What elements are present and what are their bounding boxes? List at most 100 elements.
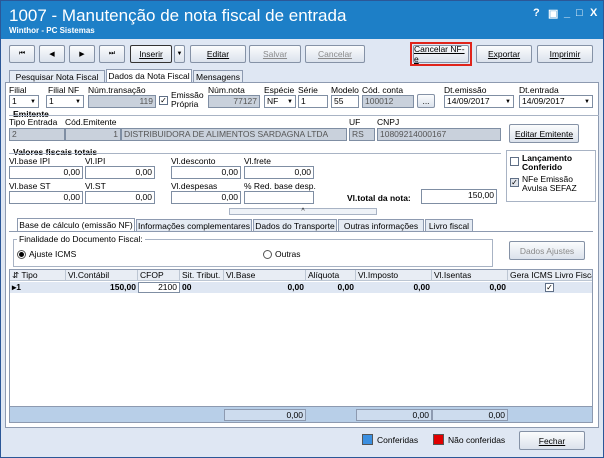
especie-select[interactable]: NF [264,95,296,108]
tab-dados-nota[interactable]: Dados da Nota Fiscal [106,69,192,83]
insert-dropdown-icon[interactable]: ▼ [174,45,185,63]
print-button[interactable]: Imprimir [537,45,593,63]
table-row[interactable]: ▸1 150,00 2100 00 0,00 0,00 0,00 0,00 ✓ [10,282,592,293]
help-icon[interactable]: ? [533,7,540,19]
row-tipo-value: 1 [16,282,22,292]
nfe-avulsa-label: NFe Emissão Avulsa SEFAZ [522,174,577,193]
valores-divider [9,153,501,154]
row-contabil: 150,00 [110,282,136,292]
num-transacao-label: Núm.transação [88,85,146,95]
restore-icon[interactable]: ▣ [548,7,558,20]
maximize-icon[interactable]: □ [576,7,583,19]
total-base: 0,00 [224,409,306,421]
ipi-field[interactable]: 0,00 [85,166,155,179]
edit-button[interactable]: Editar [190,45,246,63]
cancel-button[interactable]: Cancelar [305,45,365,63]
red-base-label: % Red. base desp. [244,181,316,191]
base-ipi-label: Vl.base IPI [9,156,51,166]
row-cfop-input[interactable]: 2100 [138,282,180,293]
main-window: 1007 - Manutenção de nota fiscal de entr… [0,0,604,458]
ajuste-icms-radio[interactable] [17,250,26,259]
desconto-label: Vl.desconto [171,156,216,166]
serie-field[interactable]: 1 [298,95,328,108]
uf-label: UF [349,117,361,127]
desconto-field[interactable]: 0,00 [171,166,241,179]
total-field[interactable]: 150,00 [421,189,497,204]
cancel-nfe-button[interactable]: Cancelar NF-e [413,44,469,64]
col-sit-tribut[interactable]: Sit. Tribut. [180,270,224,281]
close-icon[interactable]: X [590,7,597,19]
legend-conferidas-swatch [362,434,373,445]
st-field[interactable]: 0,00 [85,191,155,204]
col-tipo[interactable]: ⇵ Tipo [10,270,66,281]
uf-field: RS [349,128,375,141]
ipi-label: Vl.IPI [85,156,106,166]
dados-ajustes-button[interactable]: Dados Ajustes [509,241,585,260]
col-base[interactable]: Vl.Base [224,270,306,281]
col-contabil[interactable]: Vl.Contábil [66,270,138,281]
minimize-icon[interactable]: _ [564,7,570,19]
grid-header: ⇵ Tipo Vl.Contábil CFOP Sit. Tribut. Vl.… [10,270,592,281]
tipo-entrada-label: Tipo Entrada [9,117,58,127]
ajuste-icms-label: Ajuste ICMS [29,249,77,259]
cnpj-label: CNPJ [377,117,400,127]
next-record-button[interactable]: ▶ [69,45,95,63]
col-aliquota[interactable]: Alíquota [306,270,356,281]
row-isentas: 0,00 [489,282,506,292]
filial-nf-label: Filial NF [48,85,80,95]
lancamento-label: Lançamento Conferido [522,153,573,172]
col-gera-icms[interactable]: Gera ICMS Livro Fiscal [508,270,592,281]
export-button[interactable]: Exportar [476,45,532,63]
filial-nf-select[interactable]: 1 [46,95,84,108]
total-label: Vl.total da nota: [347,193,411,203]
modelo-field[interactable]: 55 [331,95,359,108]
sub-tab-divider [9,231,593,232]
emissao-propria-label: Emissão Própria [171,90,204,109]
total-imposto: 0,00 [356,409,432,421]
dt-entrada-field[interactable]: 14/09/2017 [519,95,593,108]
legend-nao-conferidas-label: Não conferidas [448,435,506,445]
save-button[interactable]: Salvar [249,45,301,63]
legend-conferidas-label: Conferidas [377,435,419,445]
dt-entrada-label: Dt.entrada [519,85,559,95]
col-imposto[interactable]: Vl.Imposto [356,270,432,281]
cod-conta-search-button[interactable]: ... [417,94,435,108]
num-nota-field: 77127 [208,95,260,108]
prev-record-button[interactable]: ◀ [39,45,65,63]
title-bar: 1007 - Manutenção de nota fiscal de entr… [1,1,603,39]
emissao-propria-checkbox[interactable]: ✓ [159,96,168,105]
close-button[interactable]: Fechar [519,431,585,450]
base-ipi-field[interactable]: 0,00 [9,166,83,179]
cnpj-field: 10809214000167 [377,128,501,141]
last-record-button[interactable]: ⏭ [99,45,125,63]
dt-emissao-field[interactable]: 14/09/2017 [444,95,514,108]
red-base-field[interactable] [244,191,314,204]
outras-radio[interactable] [263,250,272,259]
cod-conta-label: Cód. conta [362,85,404,95]
despesas-field[interactable]: 0,00 [171,191,241,204]
row-gera-icms-checkbox[interactable]: ✓ [545,283,554,292]
col-tipo-label: Tipo [21,270,38,280]
edit-emitente-button[interactable]: Editar Emitente [509,124,579,143]
dt-emissao-label: Dt.emissão [444,85,487,95]
cod-emitente-label: Cód.Emitente [65,117,117,127]
emitente-nome-field: DISTRIBUIDORA DE ALIMENTOS SARDAGNA LTDA [121,128,347,141]
insert-button[interactable]: Inserir [130,45,172,63]
filial-label: Filial [9,85,27,95]
nfe-avulsa-checkbox[interactable]: ✓ [510,178,519,187]
total-isentas: 0,00 [432,409,508,421]
tab-base-calculo[interactable]: Base de cálculo (emissão NF) [17,218,135,232]
splitter-handle[interactable]: ^ [229,208,377,215]
lancamento-checkbox[interactable] [510,157,519,166]
base-st-field[interactable]: 0,00 [9,191,83,204]
col-isentas[interactable]: Vl.Isentas [432,270,508,281]
icms-grid: ⇵ Tipo Vl.Contábil CFOP Sit. Tribut. Vl.… [9,269,593,423]
base-st-label: Vl.base ST [9,181,51,191]
col-cfop[interactable]: CFOP [138,270,180,281]
row-sit-tribut: 00 [182,282,192,292]
filial-select[interactable]: 1 [9,95,39,108]
sort-icon: ⇵ [12,270,22,280]
frete-field[interactable]: 0,00 [244,166,314,179]
first-record-button[interactable]: ⏮ [9,45,35,63]
frete-label: Vl.frete [244,156,271,166]
